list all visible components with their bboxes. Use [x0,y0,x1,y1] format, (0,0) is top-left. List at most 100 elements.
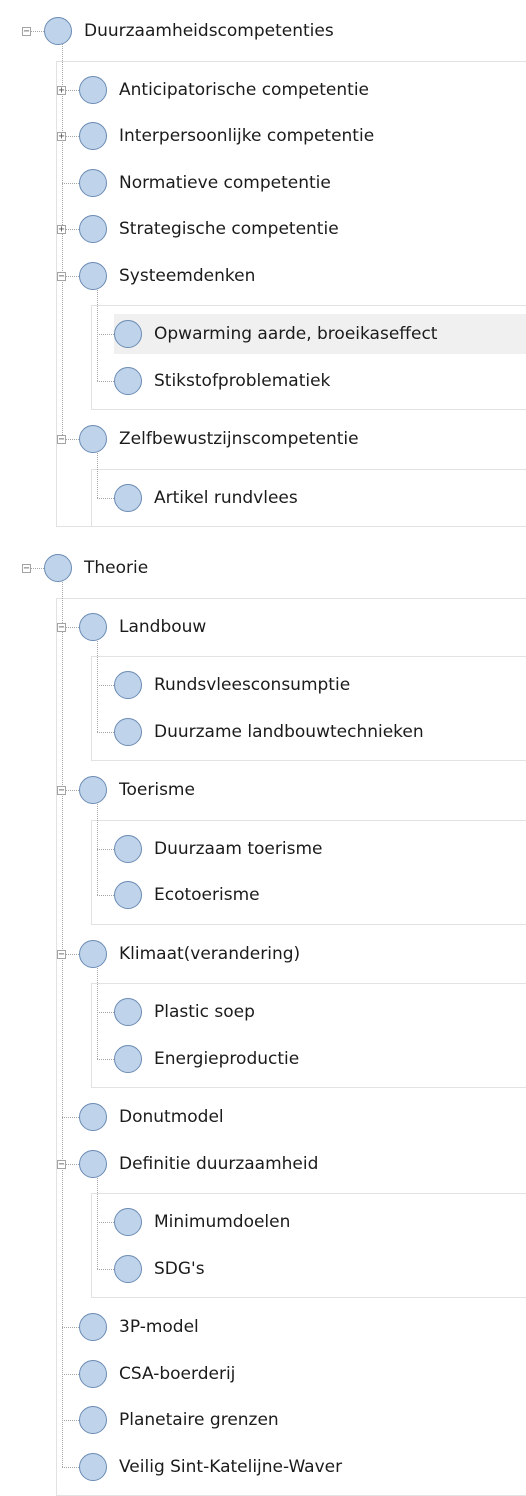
tree-node-label: Stikstofproblematiek [154,371,330,391]
tree-node-label: 3P-model [119,1317,199,1337]
tree-node-label: Theorie [84,558,148,578]
circle-node-icon [79,1150,107,1178]
expand-toggle-icon[interactable]: + [57,86,66,95]
collapse-toggle-icon[interactable]: − [57,272,66,281]
tree-node-donutmodel[interactable]: Donutmodel [79,1097,224,1137]
tree-connector [62,576,63,1467]
collapse-toggle-icon[interactable]: − [57,950,66,959]
tree-connector [62,183,79,184]
circle-node-icon [79,1453,107,1481]
circle-node-icon [79,1313,107,1341]
collapse-toggle-icon[interactable]: − [57,623,66,632]
tree-connector [97,849,114,850]
collapse-toggle-icon[interactable]: − [57,786,66,795]
tree-node-label: Minimumdoelen [154,1212,290,1232]
tree-node-landbouw[interactable]: Landbouw [79,607,206,647]
tree-node-duurzame-landbouwtechnieken[interactable]: Duurzame landbouwtechnieken [114,712,424,752]
tree-node-stikstofproblematiek[interactable]: Stikstofproblematiek [114,361,330,401]
tree-connector [97,1012,114,1013]
expand-toggle-icon[interactable]: + [57,132,66,141]
tree-connector [97,334,114,335]
tree-connector [97,1172,98,1269]
tree-connector [97,381,114,382]
circle-node-icon [79,76,107,104]
tree-node-label: Toerisme [119,780,195,800]
circle-node-icon [79,215,107,243]
circle-node-icon [114,320,142,348]
circle-node-icon [114,1045,142,1073]
circle-node-icon [114,718,142,746]
circle-node-icon [114,998,142,1026]
circle-node-icon [44,17,72,45]
tree-node-ecotoerisme[interactable]: Ecotoerisme [114,875,260,915]
tree-node-theorie[interactable]: Theorie [44,548,148,588]
tree-node-label: Duurzaam toerisme [154,839,322,859]
tree-node-label: Klimaat(verandering) [119,944,300,964]
circle-node-icon [79,940,107,968]
tree-node-veilig-sint-katelijne-waver[interactable]: Veilig Sint-Katelijne-Waver [79,1447,342,1487]
tree-connector [62,1374,79,1375]
circle-node-icon [79,776,107,804]
tree-node-label: Interpersoonlijke competentie [119,126,374,146]
tree-node-label: Normatieve competentie [119,173,331,193]
circle-node-icon [79,1103,107,1131]
tree-node-sdg-s[interactable]: SDG's [114,1249,205,1289]
circle-node-icon [114,881,142,909]
tree-node-energieproductie[interactable]: Energieproductie [114,1039,299,1079]
tree-node-csa-boerderij[interactable]: CSA-boerderij [79,1354,235,1394]
tree-view: − Duurzaamheidscompetenties + Anticipatoris… [0,0,526,1454]
tree-connector [97,1269,114,1270]
tree-node-label: Rundsvleesconsumptie [154,675,350,695]
tree-connector [97,732,114,733]
circle-node-icon [79,613,107,641]
tree-node-label: SDG's [154,1259,205,1279]
tree-connector [62,1467,79,1468]
collapse-toggle-icon[interactable]: − [22,564,31,573]
tree-node-rundsvleesconsumptie[interactable]: Rundsvleesconsumptie [114,665,350,705]
circle-node-icon [114,484,142,512]
circle-node-icon [79,1406,107,1434]
tree-connector [62,39,63,439]
tree-node-anticipatorische-competentie[interactable]: Anticipatorische competentie [79,70,369,110]
circle-node-icon [44,554,72,582]
tree-node-planetaire-grenzen[interactable]: Planetaire grenzen [79,1400,279,1440]
circle-node-icon [79,425,107,453]
tree-node-strategische-competentie[interactable]: Strategische competentie [79,209,339,249]
circle-node-icon [79,262,107,290]
tree-connector [97,895,114,896]
tree-node-label: Donutmodel [119,1107,224,1127]
tree-connector [97,962,98,1059]
tree-connector [62,1420,79,1421]
tree-node-duurzaam-toerisme[interactable]: Duurzaam toerisme [114,829,322,869]
tree-node-label: Veilig Sint-Katelijne-Waver [119,1457,342,1477]
tree-node-definitie-duurzaamheid[interactable]: Definitie duurzaamheid [79,1144,318,1184]
tree-node-systeemdenken[interactable]: Systeemdenken [79,256,255,296]
expand-toggle-icon[interactable]: + [57,225,66,234]
tree-node-label: Planetaire grenzen [119,1410,279,1430]
circle-node-icon [79,169,107,197]
tree-node-label: Energieproductie [154,1049,299,1069]
circle-node-icon [79,122,107,150]
tree-node-minimumdoelen[interactable]: Minimumdoelen [114,1202,290,1242]
tree-node-label: Definitie duurzaamheid [119,1154,318,1174]
tree-node-label: Duurzaamheidscompetenties [84,21,334,41]
tree-node-label: Zelfbewustzijnscompetentie [119,429,359,449]
collapse-toggle-icon[interactable]: − [57,435,66,444]
tree-node-duurzaamheidscompetenties[interactable]: Duurzaamheidscompetenties [44,11,334,51]
circle-node-icon [114,1255,142,1283]
collapse-toggle-icon[interactable]: − [57,1160,66,1169]
tree-node-label: Strategische competentie [119,219,339,239]
tree-node-toerisme[interactable]: Toerisme [79,770,195,810]
tree-node-klimaat-verandering[interactable]: Klimaat(verandering) [79,934,300,974]
collapse-toggle-icon[interactable]: − [22,27,31,36]
tree-node-label: Systeemdenken [119,266,255,286]
tree-node-opwarming-aarde-broeikaseffect[interactable]: Opwarming aarde, broeikaseffect [114,314,526,354]
circle-node-icon [114,671,142,699]
tree-node-artikel-rundvlees[interactable]: Artikel rundvlees [114,478,298,518]
tree-node-interpersoonlijke-competentie[interactable]: Interpersoonlijke competentie [79,116,374,156]
tree-node-normatieve-competentie[interactable]: Normatieve competentie [79,163,331,203]
tree-node-zelfbewustzijnscompetentie[interactable]: Zelfbewustzijnscompetentie [79,419,359,459]
tree-node-label: Duurzame landbouwtechnieken [154,722,424,742]
tree-node-plastic-soep[interactable]: Plastic soep [114,992,255,1032]
tree-node-3p-model[interactable]: 3P-model [79,1307,199,1347]
